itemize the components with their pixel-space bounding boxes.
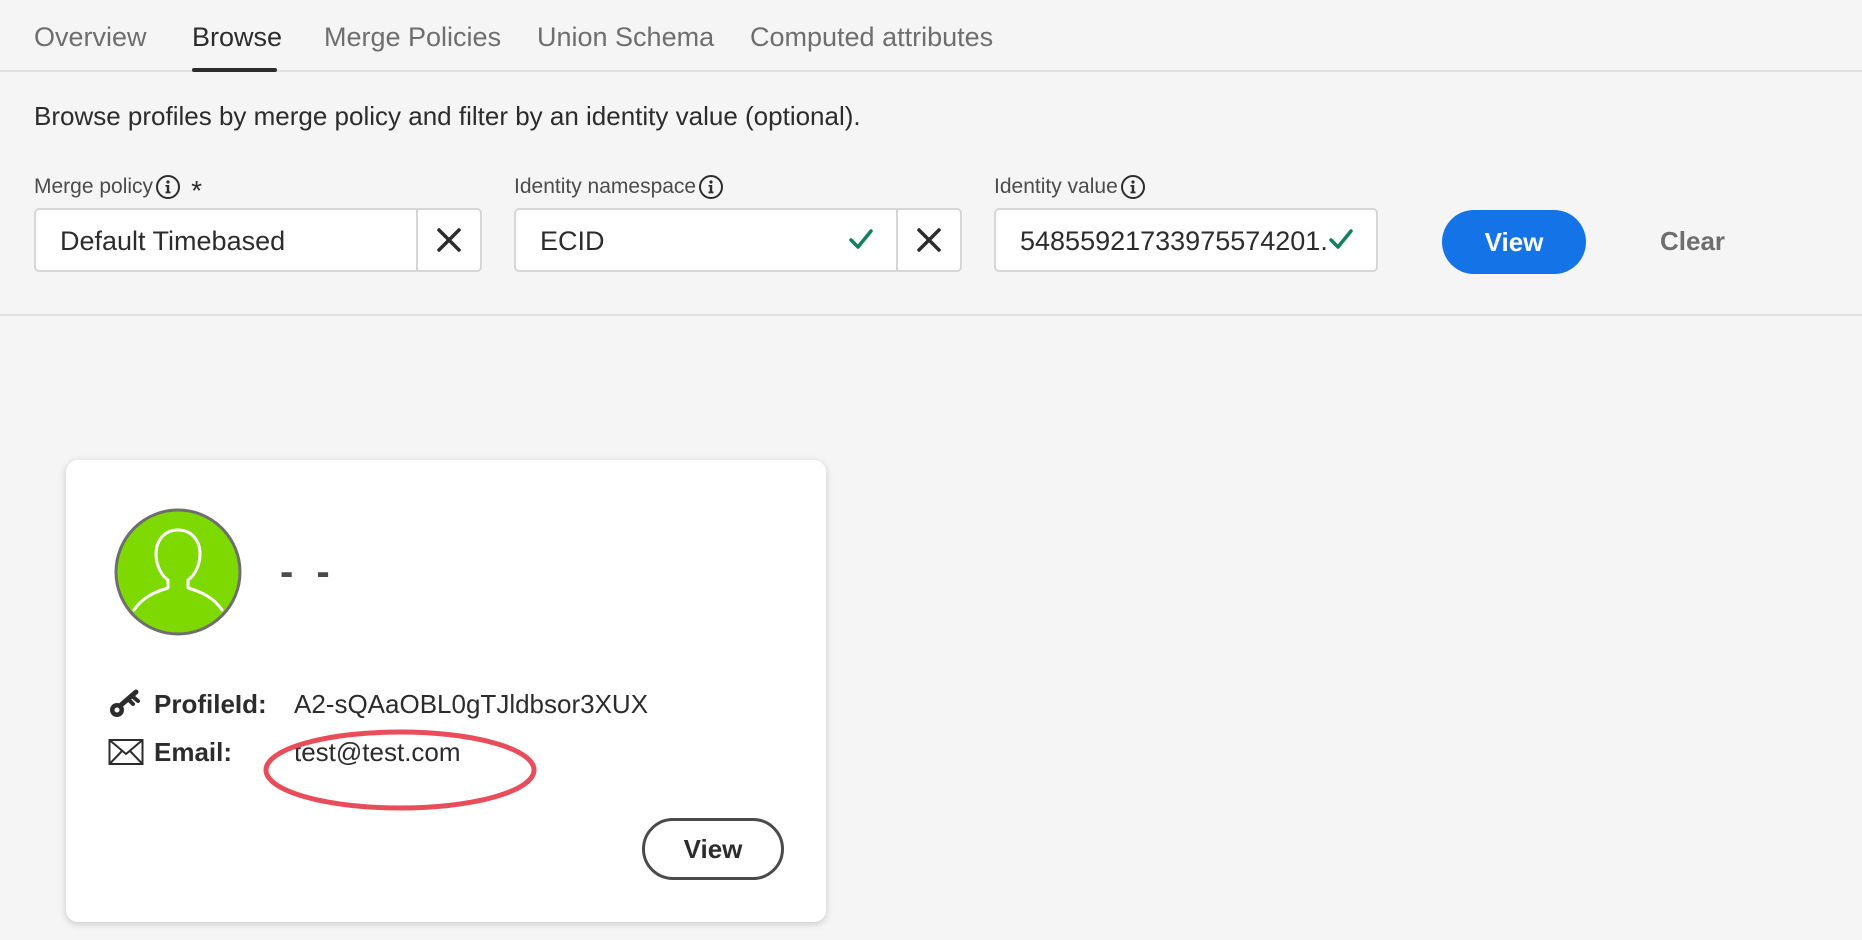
profile-id-row: ProfileId: A2-sQAaOBL0gTJldbsor3XUX xyxy=(108,686,708,722)
valid-checkmark-icon xyxy=(848,226,874,257)
annotation-highlight-ellipse xyxy=(263,729,537,811)
envelope-icon xyxy=(108,735,146,769)
profile-display-name: - - xyxy=(280,550,336,594)
avatar xyxy=(114,508,242,636)
merge-policy-label-text: Merge policy xyxy=(34,175,154,198)
page-description: Browse profiles by merge policy and filt… xyxy=(34,101,861,131)
tab-computed-attributes[interactable]: Computed attributes xyxy=(750,22,993,53)
section-divider xyxy=(0,314,1862,316)
clear-button[interactable]: Clear xyxy=(1660,226,1725,257)
valid-checkmark-icon xyxy=(1328,226,1354,257)
merge-policy-label: Merge policy * xyxy=(34,174,202,206)
required-asterisk-icon: * xyxy=(191,175,202,206)
identity-value-label-text: Identity value xyxy=(994,175,1118,198)
identity-namespace-label: Identity namespace xyxy=(514,174,724,200)
info-icon[interactable] xyxy=(698,174,724,200)
info-icon[interactable] xyxy=(1120,174,1146,200)
profile-id-label: ProfileId: xyxy=(154,688,267,719)
identity-value-field[interactable]: 54855921733975574201... xyxy=(994,208,1378,272)
tab-merge-policies[interactable]: Merge Policies xyxy=(324,22,501,53)
tab-union-schema[interactable]: Union Schema xyxy=(537,22,714,53)
identity-value-label: Identity value xyxy=(994,174,1146,200)
tab-bar: Overview Browse Merge Policies Union Sch… xyxy=(0,0,1862,72)
merge-policy-value: Default Timebased xyxy=(60,226,286,256)
selected-tab-indicator xyxy=(192,68,277,72)
tab-browse[interactable]: Browse xyxy=(192,22,282,53)
merge-policy-field[interactable]: Default Timebased xyxy=(34,208,482,272)
tab-overview[interactable]: Overview xyxy=(34,22,147,53)
identity-namespace-label-text: Identity namespace xyxy=(514,175,697,198)
identity-value-input[interactable]: 54855921733975574201... xyxy=(1020,226,1330,257)
identity-namespace-field[interactable]: ECID xyxy=(514,208,962,272)
view-button[interactable]: View xyxy=(1442,210,1586,274)
identity-namespace-value: ECID xyxy=(540,226,605,256)
identity-namespace-clear-icon[interactable] xyxy=(896,210,960,270)
profile-id-value: A2-sQAaOBL0gTJldbsor3XUX xyxy=(294,688,649,719)
key-icon xyxy=(108,687,146,721)
info-icon[interactable] xyxy=(155,174,181,200)
merge-policy-clear-icon[interactable] xyxy=(416,210,480,270)
profile-view-button[interactable]: View xyxy=(642,818,784,880)
email-label: Email: xyxy=(154,736,233,767)
profile-card: - - ProfileId: A2-sQAaOBL0gTJldbsor3XUX … xyxy=(66,460,826,922)
